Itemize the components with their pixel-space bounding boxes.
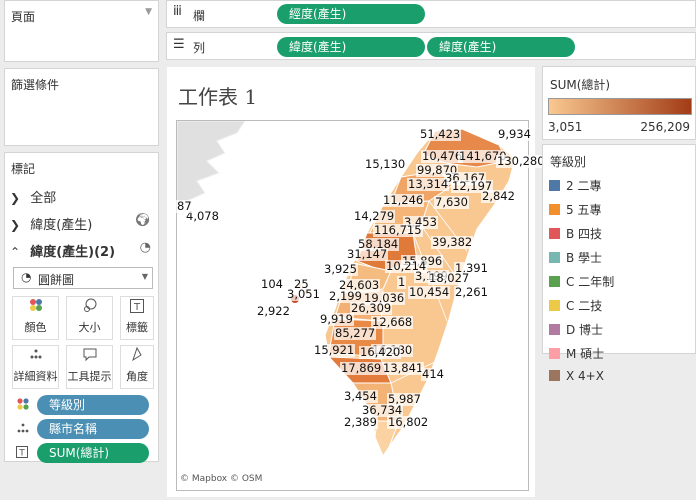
legend-swatch: [549, 324, 560, 335]
pie-chart-icon: ◔: [139, 240, 151, 255]
sum-legend-max: 256,209: [640, 120, 690, 134]
tooltip-icon: [67, 346, 112, 368]
category-legend-title: 等級別: [550, 155, 587, 169]
category-color-legend[interactable]: 等級別 2 二專 5 五專 B 四技 B 學士 C 二年制 C 二技 D 博士 M 碩士 X 4…: [542, 144, 696, 383]
legend-swatch: [549, 276, 560, 287]
label-button-label: 標籤: [126, 321, 148, 334]
detail-field-pill[interactable]: 縣市名稱: [37, 419, 149, 439]
label-field-pill[interactable]: SUM(總計): [37, 443, 149, 463]
marks-layer-label: 全部: [30, 191, 57, 206]
taiwan-map[interactable]: [177, 121, 529, 491]
marks-layer-lat-2[interactable]: ⌃ 緯度(產生)(2) ◔: [10, 240, 153, 260]
color-button-label: 顏色: [24, 321, 47, 334]
legend-label: M 碩士: [566, 347, 605, 361]
rows-icon: ☰: [173, 37, 185, 52]
legend-swatch: [549, 300, 560, 311]
tooltip-button[interactable]: 工具提示: [66, 345, 113, 389]
legend-swatch: [549, 348, 560, 359]
color-dots-icon: [13, 297, 58, 319]
legend-item[interactable]: C 二技: [549, 297, 602, 314]
legend-item[interactable]: X 4+X: [549, 369, 604, 383]
color-dots-icon: [16, 397, 30, 414]
legend-label: C 二年制: [566, 275, 615, 289]
marks-panel: 標記 ❯ 全部 ❯ 緯度(產生) 🌍︎ ⌃ 緯度(產生)(2) ◔ ◔ 圓餅圖 …: [4, 152, 159, 463]
worksheet-title: 工作表 1: [178, 85, 258, 109]
legend-swatch: [549, 252, 560, 263]
size-button-label: 大小: [78, 321, 101, 334]
legend-item[interactable]: B 四技: [549, 225, 602, 242]
legend-label: D 博士: [566, 323, 604, 337]
legend-label: C 二技: [566, 299, 603, 313]
detail-button[interactable]: 詳細資料: [12, 345, 59, 389]
legend-item[interactable]: 5 五專: [549, 201, 601, 218]
sum-gradient-bar: [548, 98, 692, 115]
angle-icon: [121, 346, 153, 368]
marks-layer-all[interactable]: ❯ 全部: [10, 187, 153, 206]
marks-title: 標記: [11, 162, 36, 176]
legend-swatch: [549, 180, 560, 191]
legend-label: 2 二專: [566, 179, 602, 193]
legend-label: X 4+X: [566, 369, 604, 383]
legend-item[interactable]: M 碩士: [549, 345, 604, 362]
color-field-pill[interactable]: 等級別: [37, 395, 149, 415]
sum-legend-title: SUM(總計): [550, 78, 611, 92]
angle-button-label: 角度: [126, 370, 148, 383]
detail-button-label: 詳細資料: [13, 370, 58, 383]
color-button[interactable]: 顏色: [12, 296, 59, 340]
svg-text:T: T: [133, 302, 141, 313]
legend-swatch: [549, 370, 560, 381]
chevron-down-icon: ▼: [141, 272, 148, 281]
detail-dots-icon: [13, 346, 58, 368]
filters-title: 篩選條件: [11, 78, 60, 92]
longitude-pill[interactable]: 經度(產生): [277, 4, 425, 24]
legend-item[interactable]: C 二年制: [549, 273, 614, 290]
columns-shelf-label: 欄: [193, 9, 206, 23]
legend-item[interactable]: B 學士: [549, 249, 602, 266]
size-button[interactable]: 大小: [66, 296, 113, 340]
chevron-right-icon: ❯: [10, 191, 21, 205]
label-button[interactable]: T 標籤: [120, 296, 154, 340]
tooltip-button-label: 工具提示: [67, 370, 112, 383]
worksheet-view: 工作表 1 © Mapbox © OSM 51,423 9,934 10,476…: [166, 66, 546, 498]
latitude-pill-2[interactable]: 緯度(產生): [427, 37, 575, 57]
pages-title: 頁面: [11, 10, 36, 24]
legend-item[interactable]: 2 二專: [549, 177, 601, 194]
map-area[interactable]: © Mapbox © OSM: [176, 120, 529, 491]
pie-chart-icon: ◔: [21, 270, 32, 284]
columns-icon: iii: [173, 4, 182, 19]
marks-layer-lat[interactable]: ❯ 緯度(產生) 🌍︎: [10, 213, 153, 233]
columns-shelf[interactable]: iii 欄 經度(產生): [166, 0, 696, 28]
detail-dots-icon: [16, 421, 30, 438]
sum-legend-min: 3,051: [548, 120, 583, 134]
chevron-up-icon: ⌃: [10, 245, 21, 259]
rows-shelf[interactable]: ☰ 列 緯度(產生) 緯度(產生): [166, 32, 696, 60]
chevron-down-icon[interactable]: ▼: [145, 7, 152, 17]
mark-type-label: 圓餅圖: [38, 273, 75, 287]
size-icon: [67, 297, 112, 319]
rows-shelf-label: 列: [193, 41, 206, 55]
legend-swatch: [549, 228, 560, 239]
text-label-icon: T: [16, 446, 28, 461]
angle-button[interactable]: 角度: [120, 345, 154, 389]
legend-label: B 學士: [566, 251, 603, 265]
legend-label: 5 五專: [566, 203, 602, 217]
legend-label: B 四技: [566, 227, 603, 241]
marks-layer-label: 緯度(產生): [30, 218, 93, 233]
latitude-pill[interactable]: 緯度(產生): [277, 37, 425, 57]
map-attribution: © Mapbox © OSM: [180, 474, 263, 484]
svg-text:T: T: [18, 449, 25, 459]
mark-type-dropdown[interactable]: ◔ 圓餅圖 ▼: [13, 267, 153, 289]
legend-item[interactable]: D 博士: [549, 321, 603, 338]
legend-swatch: [549, 204, 560, 215]
filters-panel[interactable]: 篩選條件: [4, 68, 159, 146]
chevron-right-icon: ❯: [10, 218, 21, 232]
sum-color-legend[interactable]: SUM(總計) 3,051 256,209: [542, 66, 696, 140]
text-label-icon: T: [121, 297, 153, 319]
globe-icon: 🌍︎: [134, 213, 151, 228]
marks-layer-label: 緯度(產生)(2): [30, 245, 116, 260]
pages-panel: 頁面 ▼: [4, 0, 159, 62]
